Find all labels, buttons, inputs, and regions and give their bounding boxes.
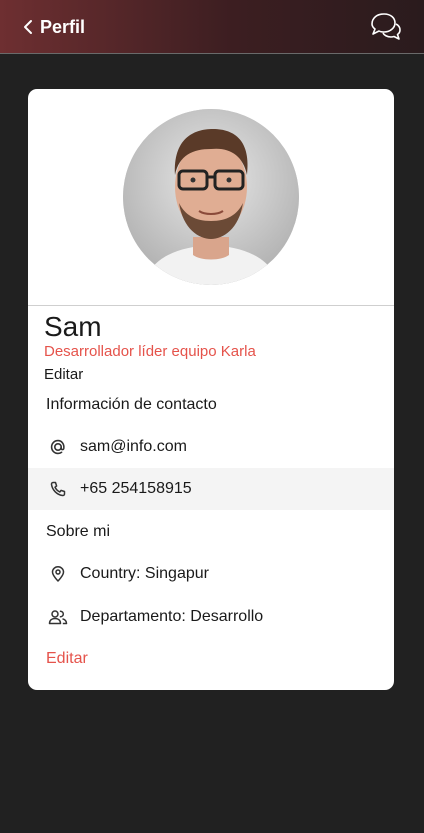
about-section-title: Sobre mi xyxy=(46,523,111,540)
phone-value: +65 254158915 xyxy=(80,480,192,497)
profile-name: Sam xyxy=(44,311,102,342)
avatar-divider xyxy=(28,305,394,306)
top-bar: Perfil xyxy=(0,0,424,54)
chevron-left-icon xyxy=(24,20,32,34)
contact-section-title: Información de contacto xyxy=(46,396,217,413)
phone-row[interactable]: +65 254158915 xyxy=(28,468,394,510)
people-icon xyxy=(48,607,68,627)
location-pin-icon xyxy=(48,564,68,584)
chat-bubbles-icon[interactable] xyxy=(368,10,402,44)
country-row: Country: Singapur xyxy=(28,553,394,595)
back-button[interactable]: Perfil xyxy=(22,14,85,40)
phone-icon xyxy=(48,479,68,499)
department-row: Departamento: Desarrollo xyxy=(28,596,394,638)
country-value: Country: Singapur xyxy=(80,565,209,582)
edit-about-link[interactable]: Editar xyxy=(46,650,88,668)
page-title: Perfil xyxy=(40,16,86,37)
at-sign-icon xyxy=(48,437,68,457)
department-value: Departamento: Desarrollo xyxy=(80,608,264,625)
edit-profile-link[interactable]: Editar xyxy=(44,366,83,383)
email-row[interactable]: sam@info.com xyxy=(28,426,394,468)
email-value: sam@info.com xyxy=(80,438,187,455)
avatar xyxy=(123,109,299,285)
profile-card: Sam Desarrollador líder equipo Karla Edi… xyxy=(28,89,394,690)
profile-role: Desarrollador líder equipo Karla xyxy=(44,343,256,360)
